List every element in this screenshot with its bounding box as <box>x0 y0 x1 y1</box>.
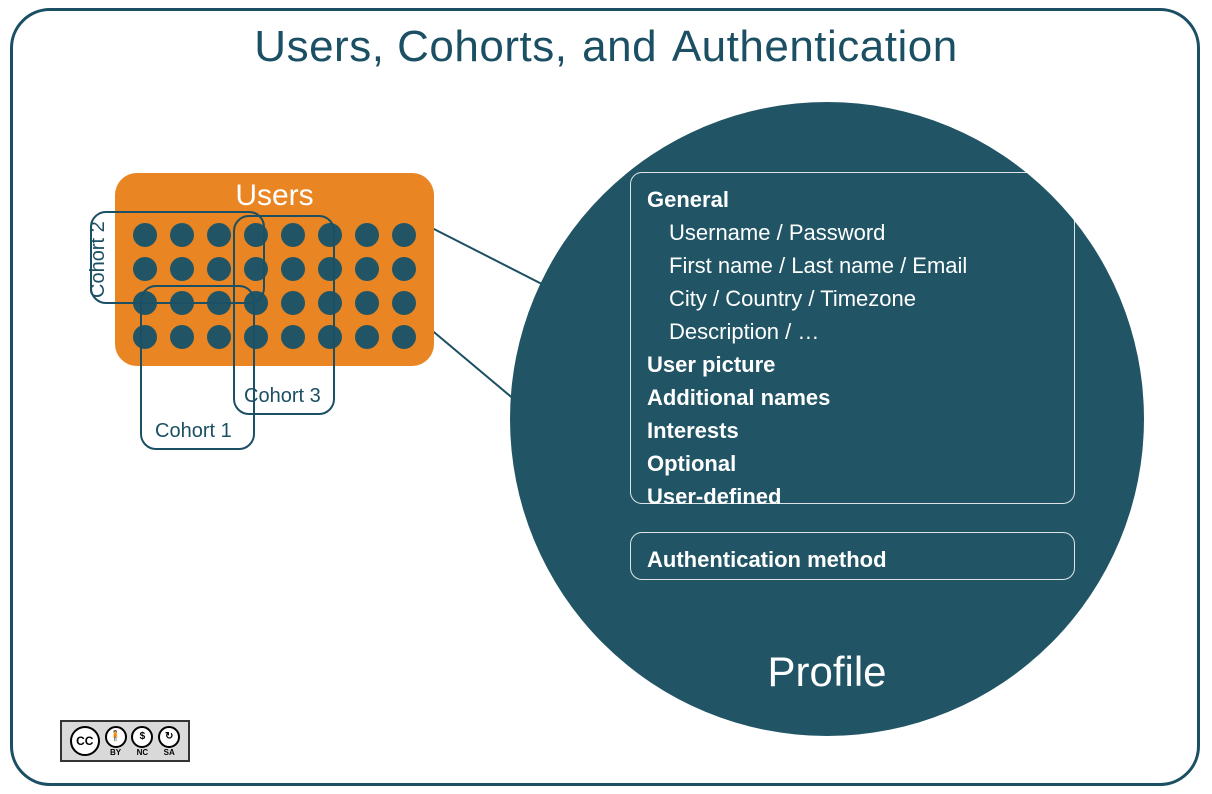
user-dot <box>355 257 379 281</box>
cc-by-icon: 🧍 <box>105 726 127 748</box>
title-part-2: Authentication <box>672 22 958 72</box>
user-dot <box>392 325 416 349</box>
user-dot <box>355 223 379 247</box>
profile-general-item-2: First name / Last name / Email <box>647 249 1058 282</box>
cc-license-badge: CC 🧍 BY $ NC ↻ SA <box>60 720 190 762</box>
cohort-2-label: Cohort 2 <box>87 221 110 298</box>
cc-sa-wrap: ↻ SA <box>158 726 180 757</box>
title-and: and <box>582 22 657 72</box>
user-dot <box>355 291 379 315</box>
cc-nc-label: NC <box>137 749 149 757</box>
profile-section-optional: Optional <box>647 447 1058 480</box>
cc-by-wrap: 🧍 BY <box>105 726 127 757</box>
profile-section-interests: Interests <box>647 414 1058 447</box>
profile-section-general: General <box>647 183 1058 216</box>
cc-nc-wrap: $ NC <box>131 726 153 757</box>
page-title: Users, Cohorts, and Authentication <box>0 22 1212 72</box>
profile-section-user-picture: User picture <box>647 348 1058 381</box>
profile-section-user-defined: User-defined <box>647 480 1058 513</box>
cc-nc-icon: $ <box>131 726 153 748</box>
diagram-canvas: Users, Cohorts, and Authentication Users… <box>0 0 1212 794</box>
user-dot <box>392 291 416 315</box>
profile-section-additional-names: Additional names <box>647 381 1058 414</box>
profile-auth-method: Authentication method <box>647 543 1058 576</box>
user-dot <box>392 257 416 281</box>
cc-sa-label: SA <box>164 749 175 757</box>
cc-by-label: BY <box>110 749 121 757</box>
profile-general-item-1: Username / Password <box>647 216 1058 249</box>
cc-sa-icon: ↻ <box>158 726 180 748</box>
profile-general-item-4: Description / … <box>647 315 1058 348</box>
profile-attributes-box: General Username / Password First name /… <box>630 172 1075 504</box>
profile-general-item-3: City / Country / Timezone <box>647 282 1058 315</box>
profile-circle: General Username / Password First name /… <box>510 102 1144 736</box>
cohort-3-label: Cohort 3 <box>244 385 321 408</box>
users-label: Users <box>115 179 434 213</box>
title-part-1: Users, Cohorts, <box>254 22 567 72</box>
user-dot <box>392 223 416 247</box>
cohort-1-label: Cohort 1 <box>155 420 232 443</box>
cc-icon: CC <box>70 726 100 756</box>
profile-title: Profile <box>510 648 1144 696</box>
profile-auth-box: Authentication method <box>630 532 1075 580</box>
user-dot <box>355 325 379 349</box>
